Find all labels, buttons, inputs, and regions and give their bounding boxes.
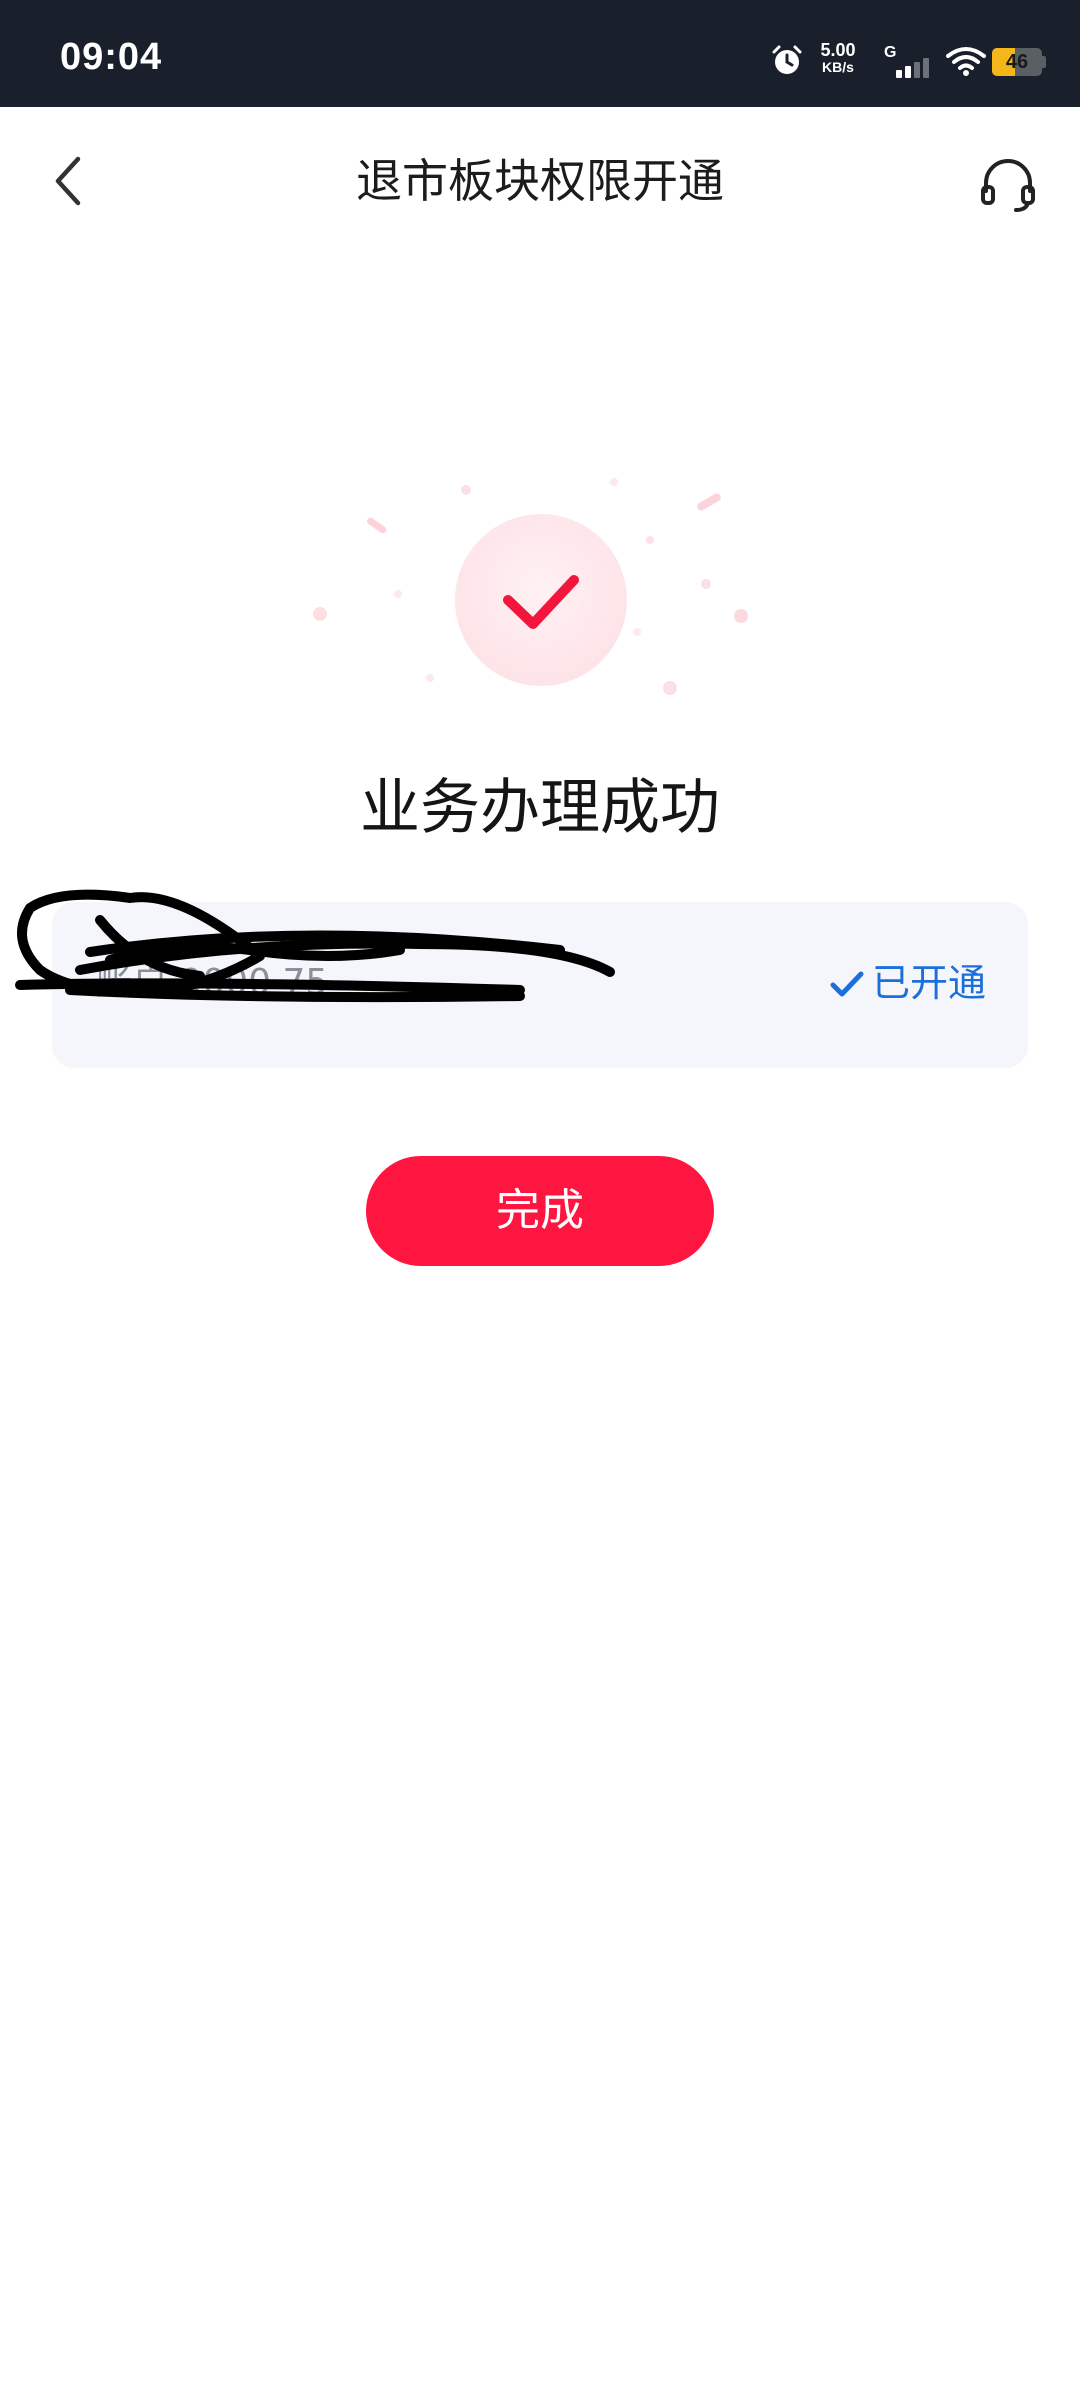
alarm-icon [772,45,802,74]
status-time: 09:04 [60,36,163,78]
battery-body: 46 [992,48,1042,76]
result-title: 业务办理成功 [360,773,720,843]
net-speed: 5.00 KB/s [812,40,864,76]
net-speed-unit: KB/s [822,59,854,75]
account-number: 账户 0000 75 [96,962,329,1003]
net-speed-value: 5.00 [820,40,856,60]
status-bar: 09:04 5.00 KB/s G 46 [0,0,1080,107]
battery-icon: 46 [992,48,1046,76]
signal-icon [896,58,929,78]
done-button[interactable]: 完成 [366,1156,714,1266]
status-label: 已开通 [871,961,986,1005]
wifi-icon [946,47,986,76]
status-badge: 已开通 [830,958,986,1008]
battery-cap [1042,56,1046,68]
checkmark-icon [830,971,864,997]
success-check-icon [290,460,790,720]
page-title: 退市板块权限开通 [356,154,724,208]
page: 09:04 5.00 KB/s G 46 退市板块权限开通 业务办理成功 账户 … [0,0,1080,2400]
account-card: 账户 0000 75 已开通 [15,889,1028,1068]
battery-level: 46 [1005,51,1029,73]
headset-icon[interactable] [976,153,1040,217]
header: 退市板块权限开通 [0,107,1080,257]
status-icons: 5.00 KB/s G 46 [660,0,1080,107]
